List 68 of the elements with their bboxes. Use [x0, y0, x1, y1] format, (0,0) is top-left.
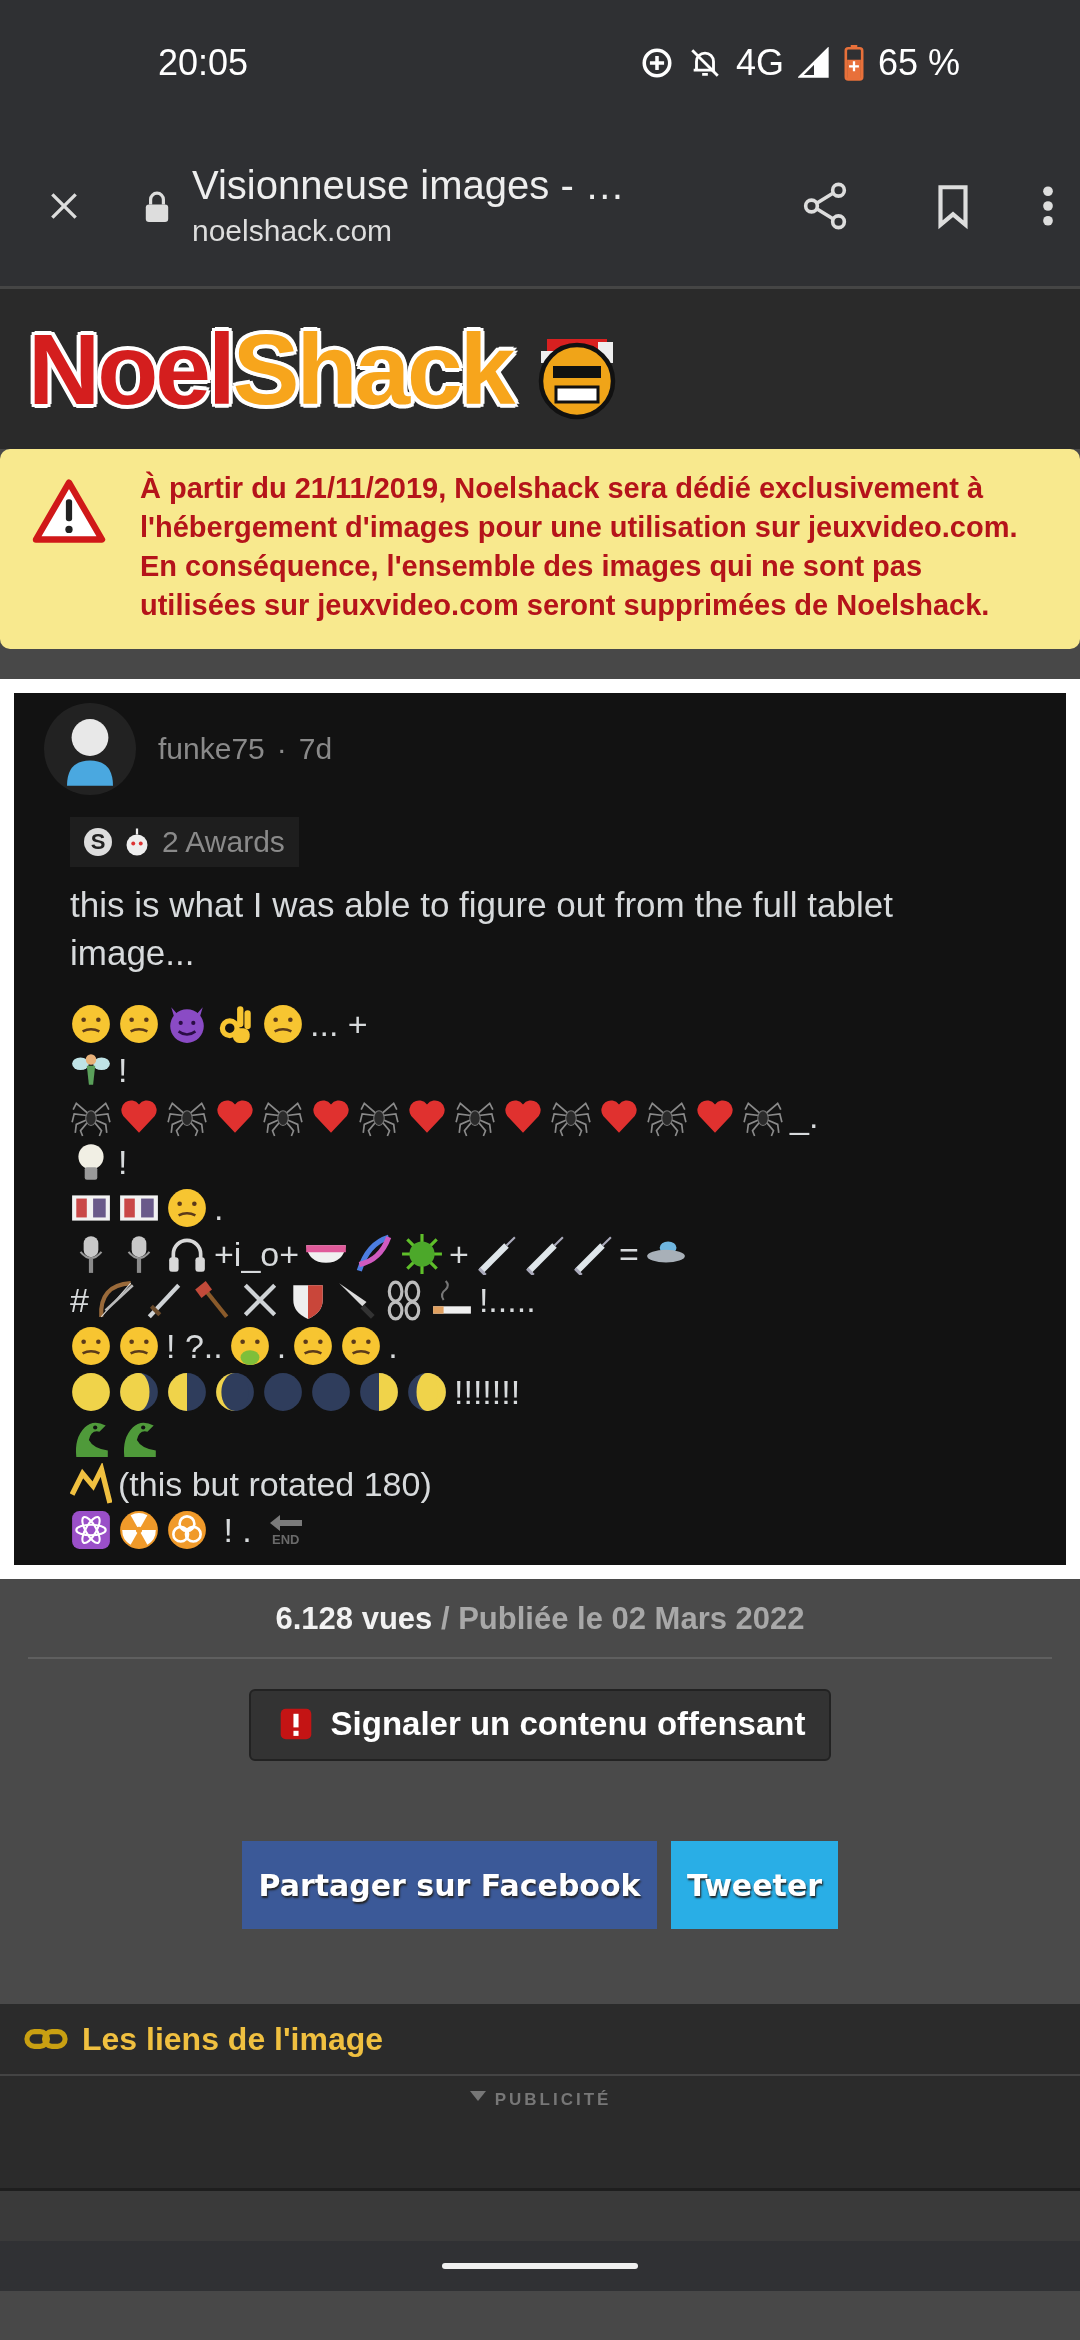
signal-icon [797, 46, 830, 79]
link-icon [24, 2026, 68, 2052]
comment-text: ! ?.. [166, 1326, 223, 1366]
face-icon [228, 1325, 271, 1367]
face-icon [166, 1187, 208, 1229]
biohazard-icon [166, 1509, 208, 1551]
comment-text: . [214, 1188, 224, 1228]
post-age: 7d [298, 732, 333, 766]
comment-text: _. [790, 1096, 819, 1136]
face-icon [118, 1325, 160, 1367]
section-heading: Les liens de l'image [82, 2020, 384, 2058]
zigzag-icon [70, 1463, 112, 1505]
face-icon [70, 1325, 112, 1367]
warning-icon [32, 479, 106, 545]
comment-text: !!!!!!! [454, 1372, 521, 1412]
comment-text: ! [118, 1050, 128, 1090]
share-button[interactable]: Partager sur Facebook [242, 1841, 657, 1929]
moon-icon [358, 1371, 400, 1413]
separator-dot: · [276, 732, 287, 766]
radioactive-icon [118, 1509, 160, 1551]
bowl-icon [305, 1244, 348, 1264]
alert-icon [278, 1707, 313, 1741]
moon-icon [118, 1371, 160, 1413]
view-count: 6.128 vues [275, 1601, 433, 1636]
comment-text: (this but rotated 180) [118, 1464, 432, 1504]
network-label: 4G [735, 41, 784, 84]
battery-icon [843, 44, 864, 81]
awards-count: 2 Awards [162, 825, 285, 859]
end-label: END [272, 1531, 300, 1547]
comment-text: this is what I was able to figure out from the full tablet image... [70, 884, 894, 974]
battery-level: 65 % [877, 41, 960, 84]
comment-text: . [276, 1326, 287, 1366]
clock-time: 20:05 [158, 41, 249, 84]
menu-icon [1042, 185, 1054, 226]
coin-icon: S [84, 828, 112, 856]
comment-text: +i_o+ [214, 1234, 300, 1274]
moon-icon [406, 1371, 448, 1413]
atom-icon [70, 1509, 112, 1551]
moon-icon [310, 1371, 352, 1413]
report-button[interactable]: Signaler un contenu offensant [248, 1689, 832, 1761]
page-title: Visionneuse images - … [192, 163, 626, 208]
face-icon [262, 1003, 304, 1045]
moon-icon [262, 1371, 304, 1413]
comment-text: # [70, 1280, 89, 1320]
moon-icon [214, 1371, 256, 1413]
lock-icon [144, 189, 170, 222]
ad-label: PUBLICITÉ [494, 2090, 612, 2110]
comment-text: ! . [222, 1510, 252, 1550]
comment-text: ... + [310, 1004, 368, 1044]
caret-icon [468, 2090, 487, 2102]
moon-icon [70, 1371, 112, 1413]
comment-text: = [618, 1234, 639, 1274]
face-icon [340, 1325, 383, 1367]
face-icon [118, 1003, 160, 1045]
comment-text: + [449, 1234, 469, 1274]
warning-text: À partir du 21/11/2019, Noelshack sera dédié exclusivement à l'hébergement d'images pour une utilisation sur jeuxvideo.com. En conséquence, l'ensemble des images qui ne sont pas utilisées sur jeuxvideo.com seront supprimées de Noelshack. [140, 470, 1019, 623]
avatar-icon [44, 703, 136, 795]
comment-text: ! [118, 1142, 128, 1182]
username: funke75 [158, 732, 265, 766]
virus-icon [401, 1233, 444, 1275]
publish-date: / Publiée le 02 Mars 2022 [440, 1601, 805, 1636]
page-url: noelshack.com [192, 214, 394, 248]
face-icon [70, 1003, 112, 1045]
comment-text: !..... [478, 1280, 536, 1320]
home-handle[interactable] [442, 2263, 638, 2269]
face-icon [292, 1325, 335, 1367]
comment-text: . [388, 1326, 398, 1366]
moon-icon [166, 1371, 208, 1413]
